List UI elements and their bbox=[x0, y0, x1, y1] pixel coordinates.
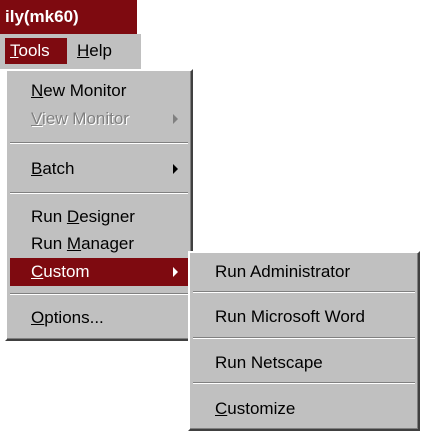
menu-item-options[interactable]: Options... bbox=[10, 304, 188, 332]
view-monitor-label: iew Monitor bbox=[42, 109, 129, 128]
menu-tools[interactable]: Tools bbox=[5, 38, 67, 64]
custom-label: ustom bbox=[43, 262, 90, 281]
menu-bar: Tools Help bbox=[0, 34, 141, 69]
menu-separator bbox=[10, 293, 188, 295]
run-administrator-label: Run Administrator bbox=[215, 262, 351, 281]
new-monitor-label: ew Monitor bbox=[43, 81, 127, 100]
menu-separator bbox=[193, 291, 415, 293]
screen: ily(mk60) Tools Help New Monitor View Mo… bbox=[0, 0, 421, 431]
menu-item-run-administrator[interactable]: Run Administrator bbox=[193, 258, 415, 286]
menu-item-run-designer[interactable]: Run Designer bbox=[10, 203, 188, 231]
menu-separator bbox=[10, 192, 188, 194]
submenu-arrow-icon bbox=[173, 114, 178, 124]
run-designer-mnemonic: D bbox=[66, 207, 80, 226]
view-monitor-mnemonic: V bbox=[31, 109, 43, 128]
menu-help[interactable]: Help bbox=[72, 38, 132, 64]
menu-help-mnemonic: H bbox=[77, 41, 90, 60]
menu-separator bbox=[10, 142, 188, 144]
customize-label: ustomize bbox=[227, 399, 296, 418]
window-title-bar[interactable]: ily(mk60) bbox=[0, 0, 137, 34]
batch-label: atch bbox=[42, 159, 75, 178]
window-title: ily(mk60) bbox=[5, 7, 79, 26]
new-monitor-mnemonic: N bbox=[31, 81, 44, 100]
run-designer-label: esigner bbox=[79, 207, 135, 226]
custom-submenu: Run Administrator Run Microsoft Word Run… bbox=[188, 251, 420, 431]
menu-item-customize[interactable]: Customize bbox=[193, 395, 415, 423]
menu-separator bbox=[193, 382, 415, 384]
run-microsoft-word-label: Run Microsoft Word bbox=[215, 307, 365, 326]
menu-item-run-netscape[interactable]: Run Netscape bbox=[193, 349, 415, 377]
run-manager-label: anager bbox=[81, 234, 135, 253]
menu-tools-label: ools bbox=[18, 41, 50, 60]
menu-tools-mnemonic: T bbox=[10, 41, 19, 60]
custom-mnemonic: C bbox=[31, 262, 44, 281]
options-mnemonic: O bbox=[31, 308, 45, 327]
menu-item-custom[interactable]: Custom bbox=[10, 258, 188, 286]
menu-item-new-monitor[interactable]: New Monitor bbox=[10, 77, 188, 105]
menu-separator bbox=[193, 337, 415, 339]
submenu-arrow-icon bbox=[173, 164, 178, 174]
run-manager-prefix: Run bbox=[31, 234, 67, 253]
menu-item-view-monitor[interactable]: View Monitor bbox=[10, 105, 188, 133]
menu-item-run-microsoft-word[interactable]: Run Microsoft Word bbox=[193, 303, 415, 331]
batch-mnemonic: B bbox=[31, 159, 43, 178]
customize-mnemonic: C bbox=[215, 399, 228, 418]
menu-item-run-manager[interactable]: Run Manager bbox=[10, 230, 188, 258]
options-label: ptions... bbox=[44, 308, 104, 327]
menu-item-batch[interactable]: Batch bbox=[10, 155, 188, 183]
run-netscape-label: Run Netscape bbox=[215, 353, 323, 372]
run-manager-mnemonic: M bbox=[66, 234, 82, 253]
menu-help-label: elp bbox=[89, 41, 112, 60]
submenu-arrow-icon bbox=[173, 267, 178, 277]
run-designer-prefix: Run bbox=[31, 207, 67, 226]
tools-dropdown-menu: New Monitor View Monitor Batch Run Desig… bbox=[5, 69, 193, 341]
